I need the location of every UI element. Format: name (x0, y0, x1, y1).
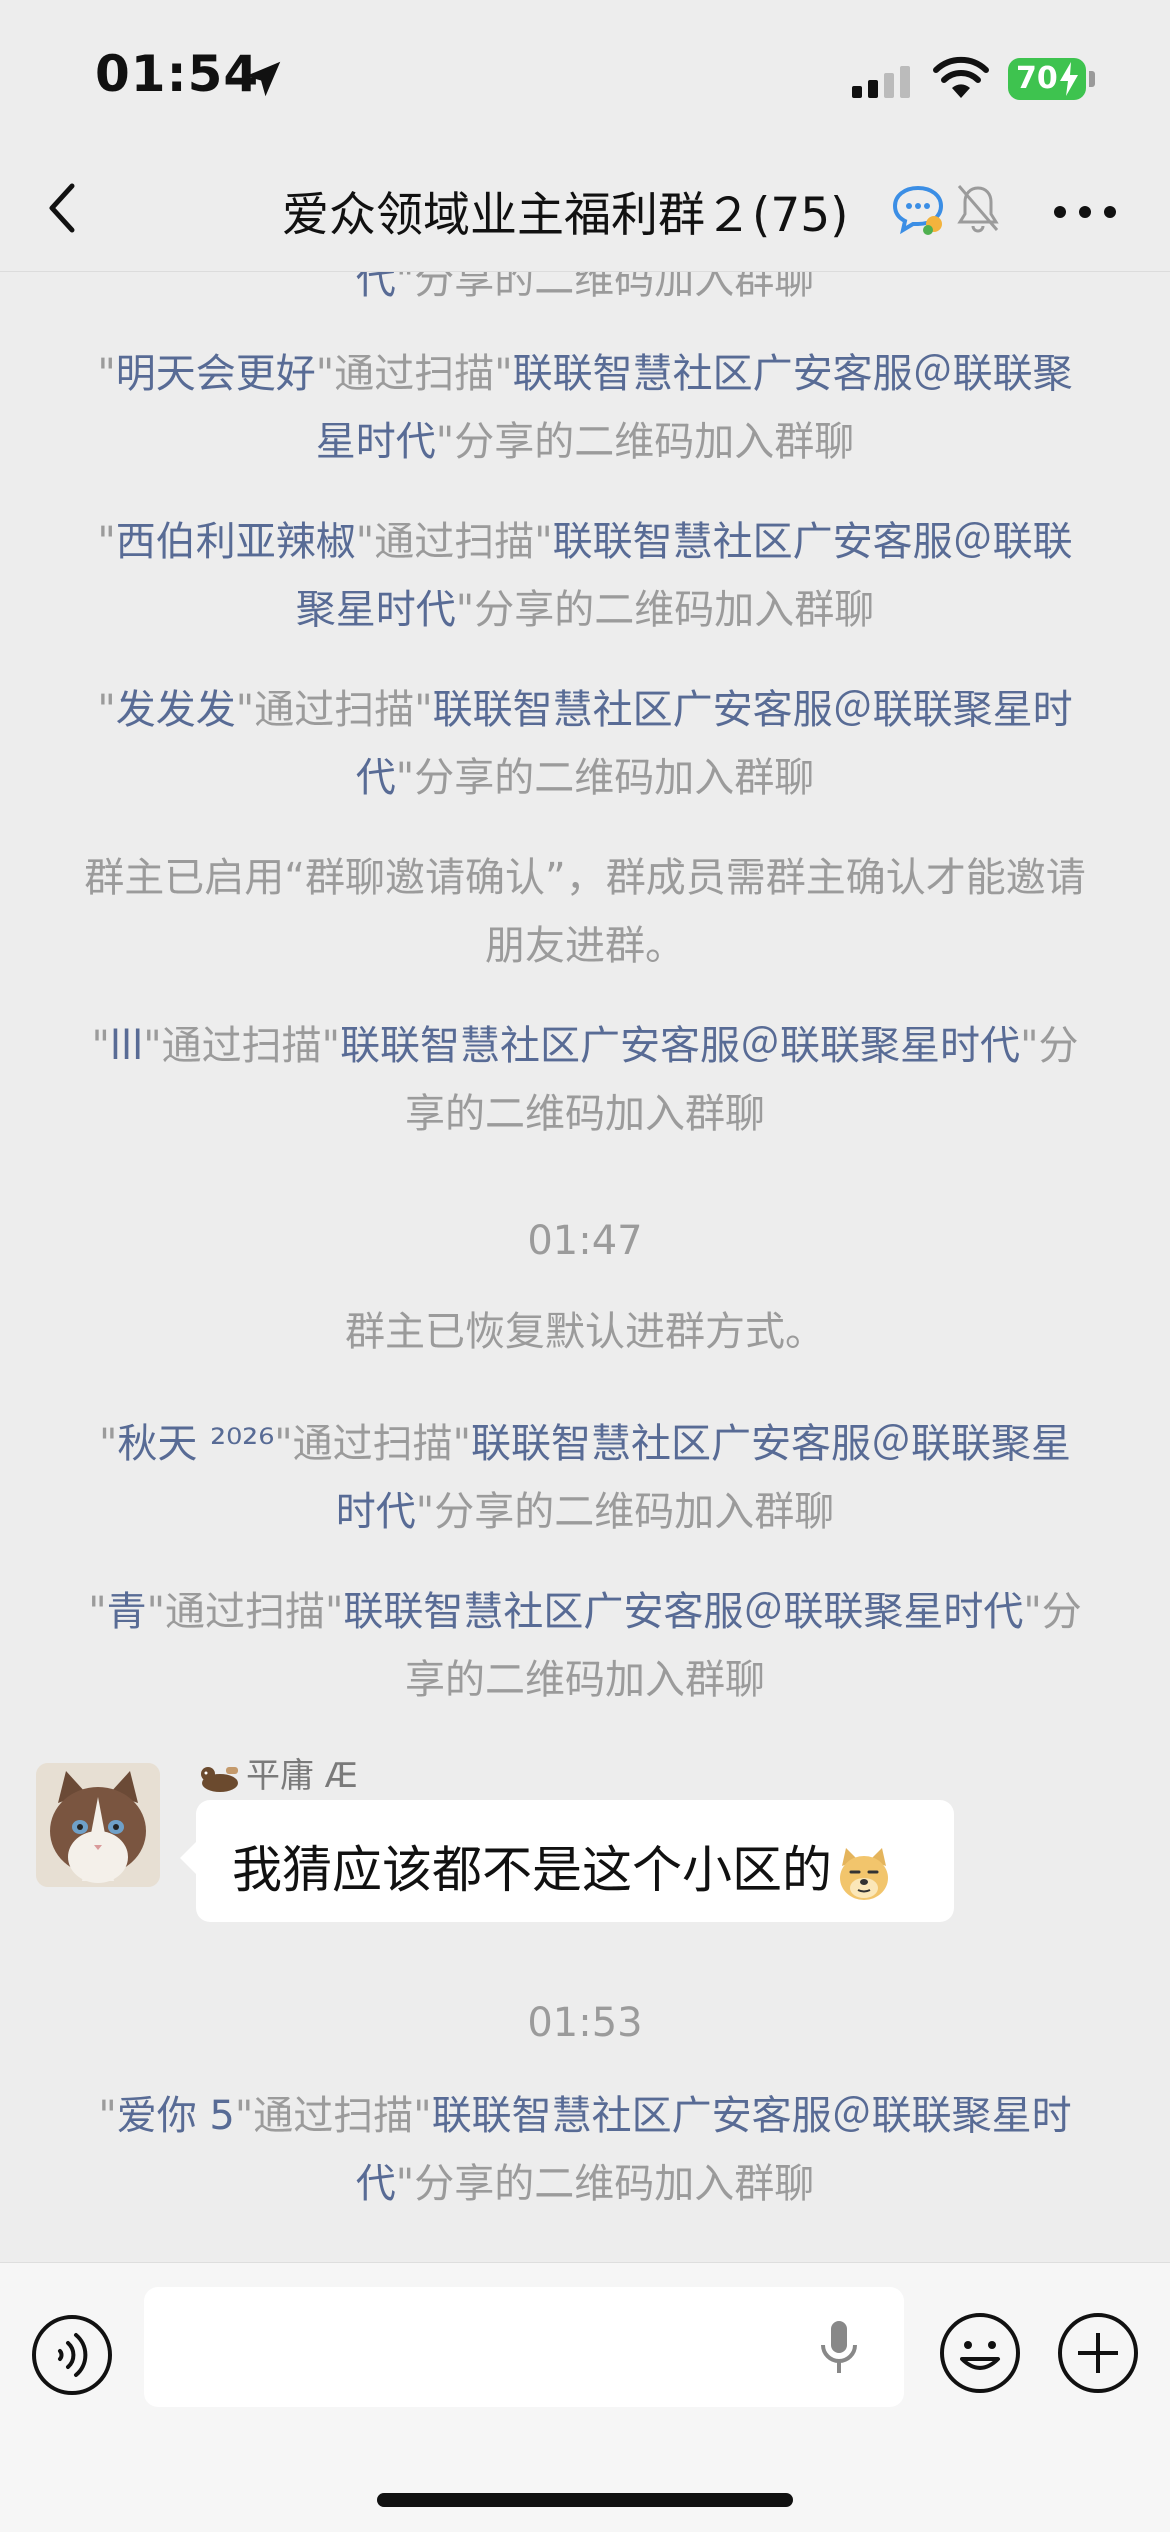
system-message: "西伯利亚辣椒"通过扫描"联联智慧社区广安客服＠联联聚星时代"分享的二维码加入群… (97, 519, 1073, 633)
cat-avatar-image (36, 1763, 160, 1887)
system-message: "明天会更好"通过扫描"联联智慧社区广安客服＠联联聚星时代"分享的二维码加入群聊 (97, 351, 1073, 465)
member-name-link[interactable]: 发发发 (116, 687, 236, 733)
plus-icon[interactable] (1056, 2311, 1140, 2395)
system-message: "秋天 ²⁰²⁶"通过扫描"联联智慧社区广安客服＠联联聚星时代"分享的二维码加入… (98, 1421, 1072, 1535)
system-message: 群主已恢复默认进群方式。 (345, 1309, 825, 1355)
more-icon[interactable] (1052, 202, 1118, 222)
timestamp: 01:47 (527, 1218, 643, 1264)
back-icon[interactable] (42, 178, 82, 238)
location-arrow-icon (245, 61, 281, 97)
chat-title: 爱众领域业主福利群２(75) (282, 176, 848, 245)
system-message: "青"通过扫描"联联智慧社区广安客服＠联联聚星时代"分享的二维码加入群聊 (88, 1589, 1082, 1703)
battery-cap (1089, 71, 1095, 87)
signal-icon (852, 66, 910, 98)
voice-icon[interactable] (30, 2313, 114, 2397)
battery-indicator: 70 (1008, 58, 1086, 100)
battery-level: 70 (1016, 61, 1058, 96)
system-message: "发发发"通过扫描"联联智慧社区广安客服＠联联聚星时代"分享的二维码加入群聊 (97, 687, 1073, 801)
mic-icon[interactable] (816, 2317, 862, 2379)
charging-bolt-icon (1060, 62, 1078, 96)
wifi-icon (933, 56, 989, 98)
member-name-link[interactable]: lll (110, 1023, 143, 1069)
member-name-link[interactable]: 青 (107, 1589, 147, 1635)
home-indicator (377, 2493, 793, 2507)
input-bar (0, 2262, 1170, 2532)
message-input[interactable] (144, 2287, 904, 2407)
chat-message-list[interactable]: 代"分享的二维码加入群聊 "明天会更好"通过扫描"联联智慧社区广安客服＠联联聚星… (0, 272, 1170, 2262)
chat-bubble-icon[interactable] (890, 184, 946, 236)
member-count: (75) (752, 188, 849, 243)
system-message: "爱你 5"通过扫描"联联智慧社区广安客服＠联联聚星时代"分享的二维码加入群聊 (98, 2093, 1072, 2207)
member-name-link[interactable]: 明天会更好 (116, 351, 316, 397)
message-bubble[interactable]: 我猜应该都不是这个小区的 (180, 1800, 954, 1922)
member-name-link[interactable]: 西伯利亚辣椒 (116, 519, 356, 565)
emoji-icon[interactable] (938, 2311, 1022, 2395)
avatar[interactable] (36, 1763, 160, 1887)
referrer-name-link[interactable]: 联联智慧社区广安客服＠联联聚星时代 (340, 1023, 1020, 1069)
system-message: "lll"通过扫描"联联智慧社区广安客服＠联联聚星时代"分享的二维码加入群聊 (91, 1023, 1079, 1137)
nav-bar: 爱众领域业主福利群２(75) (0, 150, 1170, 272)
system-message: 群主已启用“群聊邀请确认”，群成员需群主确认才能邀请朋友进群。 (84, 855, 1086, 969)
member-name-link[interactable]: 秋天 ²⁰²⁶ (117, 1421, 274, 1467)
bell-muted-icon (957, 185, 999, 233)
member-name-link[interactable]: 爱你 5 (117, 2093, 235, 2139)
group-name: 爱众领域业主福利群２ (282, 188, 752, 243)
timestamp: 01:53 (527, 2000, 643, 2046)
sender-name: 平庸 Æ (198, 1748, 358, 1797)
system-message: 代"分享的二维码加入群聊 (355, 272, 815, 303)
otter-emoji-icon (201, 1766, 238, 1792)
doge-emoji-icon (840, 1847, 888, 1900)
message-text: 我猜应该都不是这个小区的 (232, 1830, 894, 1904)
status-bar: 01:54 70 (0, 0, 1170, 150)
status-time: 01:54 (95, 45, 260, 103)
referrer-name-link[interactable]: 联联智慧社区广安客服＠联联聚星时代 (343, 1589, 1023, 1635)
